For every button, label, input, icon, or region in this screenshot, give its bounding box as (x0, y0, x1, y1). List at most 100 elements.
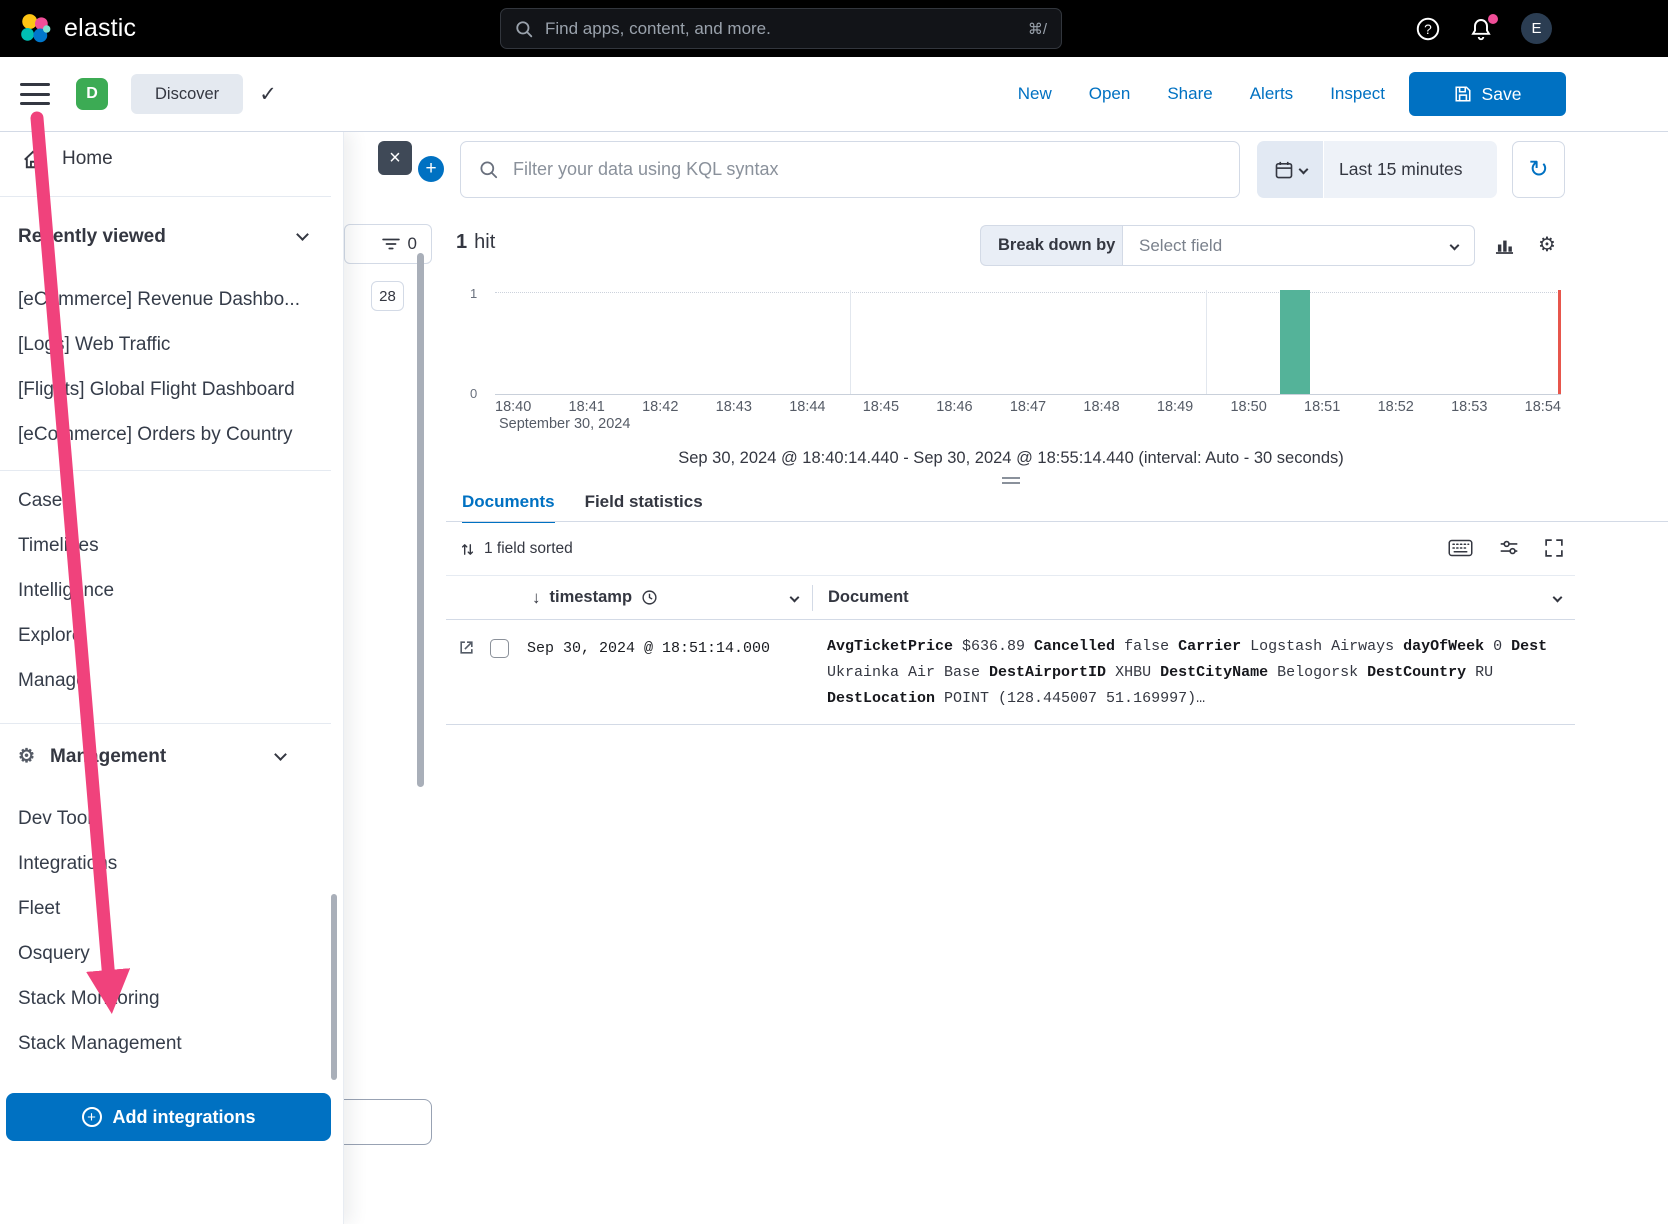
sidebar-item-intelligence[interactable]: Intelligence (18, 579, 321, 602)
add-integrations-button[interactable]: + Add integrations (6, 1093, 331, 1141)
sidebar-item-dev-tools[interactable]: Dev Tools (18, 807, 321, 830)
add-field-button[interactable]: + (418, 156, 444, 182)
edit-visualization-icon (1494, 234, 1515, 255)
chevron-down-icon[interactable] (274, 748, 287, 761)
x-tick: 18:41 (569, 399, 605, 415)
chevron-down-icon[interactable] (790, 593, 800, 603)
sidebar-item-stack-management[interactable]: Stack Management (18, 1032, 321, 1055)
recent-item-logs-web-traffic[interactable]: [Logs] Web Traffic (18, 333, 321, 356)
check-icon[interactable]: ✓ (259, 82, 277, 107)
recent-item-ecommerce-orders-by-country[interactable]: [eCommerce] Orders by Country (18, 423, 321, 446)
sidebar-item-integrations[interactable]: Integrations (18, 852, 321, 875)
sidebar-item-fleet[interactable]: Fleet (18, 897, 321, 920)
display-options-button[interactable] (1499, 538, 1519, 557)
field-name: Dest (1511, 638, 1547, 655)
fullscreen-icon (1545, 539, 1563, 557)
chart-options-button[interactable]: ⚙ (1538, 232, 1556, 257)
breakdown-field-select[interactable]: Select field (1122, 225, 1475, 266)
available-fields-count-badge: 28 (371, 281, 404, 311)
global-header: elastic ⌘/ ? (0, 0, 1668, 57)
notifications-button[interactable] (1469, 17, 1493, 41)
breakdown-placeholder: Select field (1139, 236, 1222, 256)
save-button[interactable]: Save (1409, 72, 1566, 116)
x-tick: 18:52 (1378, 399, 1414, 415)
solution-links-list: Cases Timelines Intelligence Explore Manage (18, 489, 321, 692)
svg-text:?: ? (1424, 20, 1432, 36)
x-tick: 18:40 (495, 399, 531, 415)
management-header[interactable]: ⚙ Management (18, 745, 166, 768)
tab-documents[interactable]: Documents (462, 492, 555, 523)
toolbar-link-share[interactable]: Share (1167, 84, 1212, 104)
kql-filter-bar[interactable] (460, 141, 1240, 198)
refresh-button[interactable]: ↻ (1512, 141, 1565, 198)
hits-count: 1 hit (456, 231, 495, 254)
chart-resize-handle[interactable] (1002, 477, 1020, 484)
field-list-scrollbar[interactable] (417, 253, 424, 787)
toolbar-link-new[interactable]: New (1018, 84, 1052, 104)
histogram-bar[interactable] (1280, 290, 1310, 394)
time-range-button[interactable]: Last 15 minutes (1324, 141, 1497, 198)
row-checkbox[interactable] (490, 639, 509, 658)
breadcrumb-discover[interactable]: Discover (131, 74, 243, 114)
recent-item-flights-global-flight-dashboard[interactable]: [Flights] Global Flight Dashboard (18, 378, 321, 401)
chevron-down-icon (1298, 165, 1308, 175)
toolbar-link-alerts[interactable]: Alerts (1250, 84, 1293, 104)
column-header-timestamp[interactable]: ↓ timestamp (446, 588, 812, 608)
menu-toggle-button[interactable] (20, 83, 50, 105)
keyboard-shortcuts-button[interactable] (1448, 539, 1473, 557)
sort-descending-icon: ↓ (532, 588, 541, 608)
x-tick: 18:50 (1230, 399, 1266, 415)
toolbar-link-open[interactable]: Open (1089, 84, 1131, 104)
field-name: DestCountry (1367, 664, 1466, 681)
sidebar-item-manage[interactable]: Manage (18, 669, 321, 692)
gear-icon: ⚙ (18, 745, 35, 768)
column-header-document[interactable]: Document (813, 588, 1575, 607)
y-axis-tick-1: 1 (470, 286, 477, 301)
global-search[interactable]: ⌘/ (500, 8, 1062, 49)
header-actions: ? E (1415, 0, 1552, 57)
field-name: AvgTicketPrice (827, 638, 953, 655)
x-tick: 18:53 (1451, 399, 1487, 415)
date-quick-select-button[interactable] (1257, 141, 1323, 198)
close-icon[interactable]: × (378, 141, 412, 175)
avatar-initial: E (1531, 20, 1541, 37)
global-search-input[interactable] (543, 18, 1018, 40)
home-icon (22, 148, 44, 170)
divider (0, 196, 331, 197)
recent-item-ecommerce-revenue-dashbo[interactable]: [eCommerce] Revenue Dashbo... (18, 288, 321, 311)
sidebar-item-cases[interactable]: Cases (18, 489, 321, 512)
expand-document-button[interactable] (458, 639, 475, 656)
kql-input[interactable] (511, 158, 1221, 181)
flyout-scrollbar[interactable] (331, 894, 337, 1080)
hits-number: 1 (456, 231, 467, 253)
help-button[interactable]: ? (1415, 16, 1441, 42)
sidebar-item-home[interactable]: Home (22, 148, 113, 170)
sidebar-item-osquery[interactable]: Osquery (18, 942, 321, 965)
sorted-fields-button[interactable]: 1 field sorted (460, 540, 573, 558)
fullscreen-button[interactable] (1545, 539, 1563, 557)
x-tick: 18:44 (789, 399, 825, 415)
tab-field-statistics[interactable]: Field statistics (585, 492, 703, 523)
field-name: Cancelled (1034, 638, 1115, 655)
x-tick: 18:42 (642, 399, 678, 415)
edit-visualization-button[interactable] (1494, 234, 1515, 258)
hits-label: hit (474, 231, 495, 253)
x-tick: 18:48 (1083, 399, 1119, 415)
save-label: Save (1482, 84, 1522, 105)
sidebar-item-stack-monitoring[interactable]: Stack Monitoring (18, 987, 321, 1010)
row-document: AvgTicketPrice $636.89 Cancelled false C… (812, 620, 1575, 724)
timestamp-column-label: timestamp (550, 588, 633, 607)
space-badge[interactable]: D (76, 78, 108, 110)
elastic-logo[interactable]: elastic (18, 12, 136, 46)
logo-wordmark: elastic (64, 14, 136, 43)
recently-viewed-header[interactable]: Recently viewed (18, 226, 166, 248)
chevron-down-icon[interactable] (1553, 593, 1563, 603)
sidebar-item-explore[interactable]: Explore (18, 624, 321, 647)
user-avatar[interactable]: E (1521, 13, 1552, 44)
sidebar-item-timelines[interactable]: Timelines (18, 534, 321, 557)
toolbar-link-inspect[interactable]: Inspect (1330, 84, 1385, 104)
calendar-icon (1274, 160, 1294, 180)
chevron-down-icon[interactable] (296, 228, 309, 241)
field-search-input-partial[interactable] (344, 1099, 432, 1145)
field-name: DestAirportID (989, 664, 1106, 681)
